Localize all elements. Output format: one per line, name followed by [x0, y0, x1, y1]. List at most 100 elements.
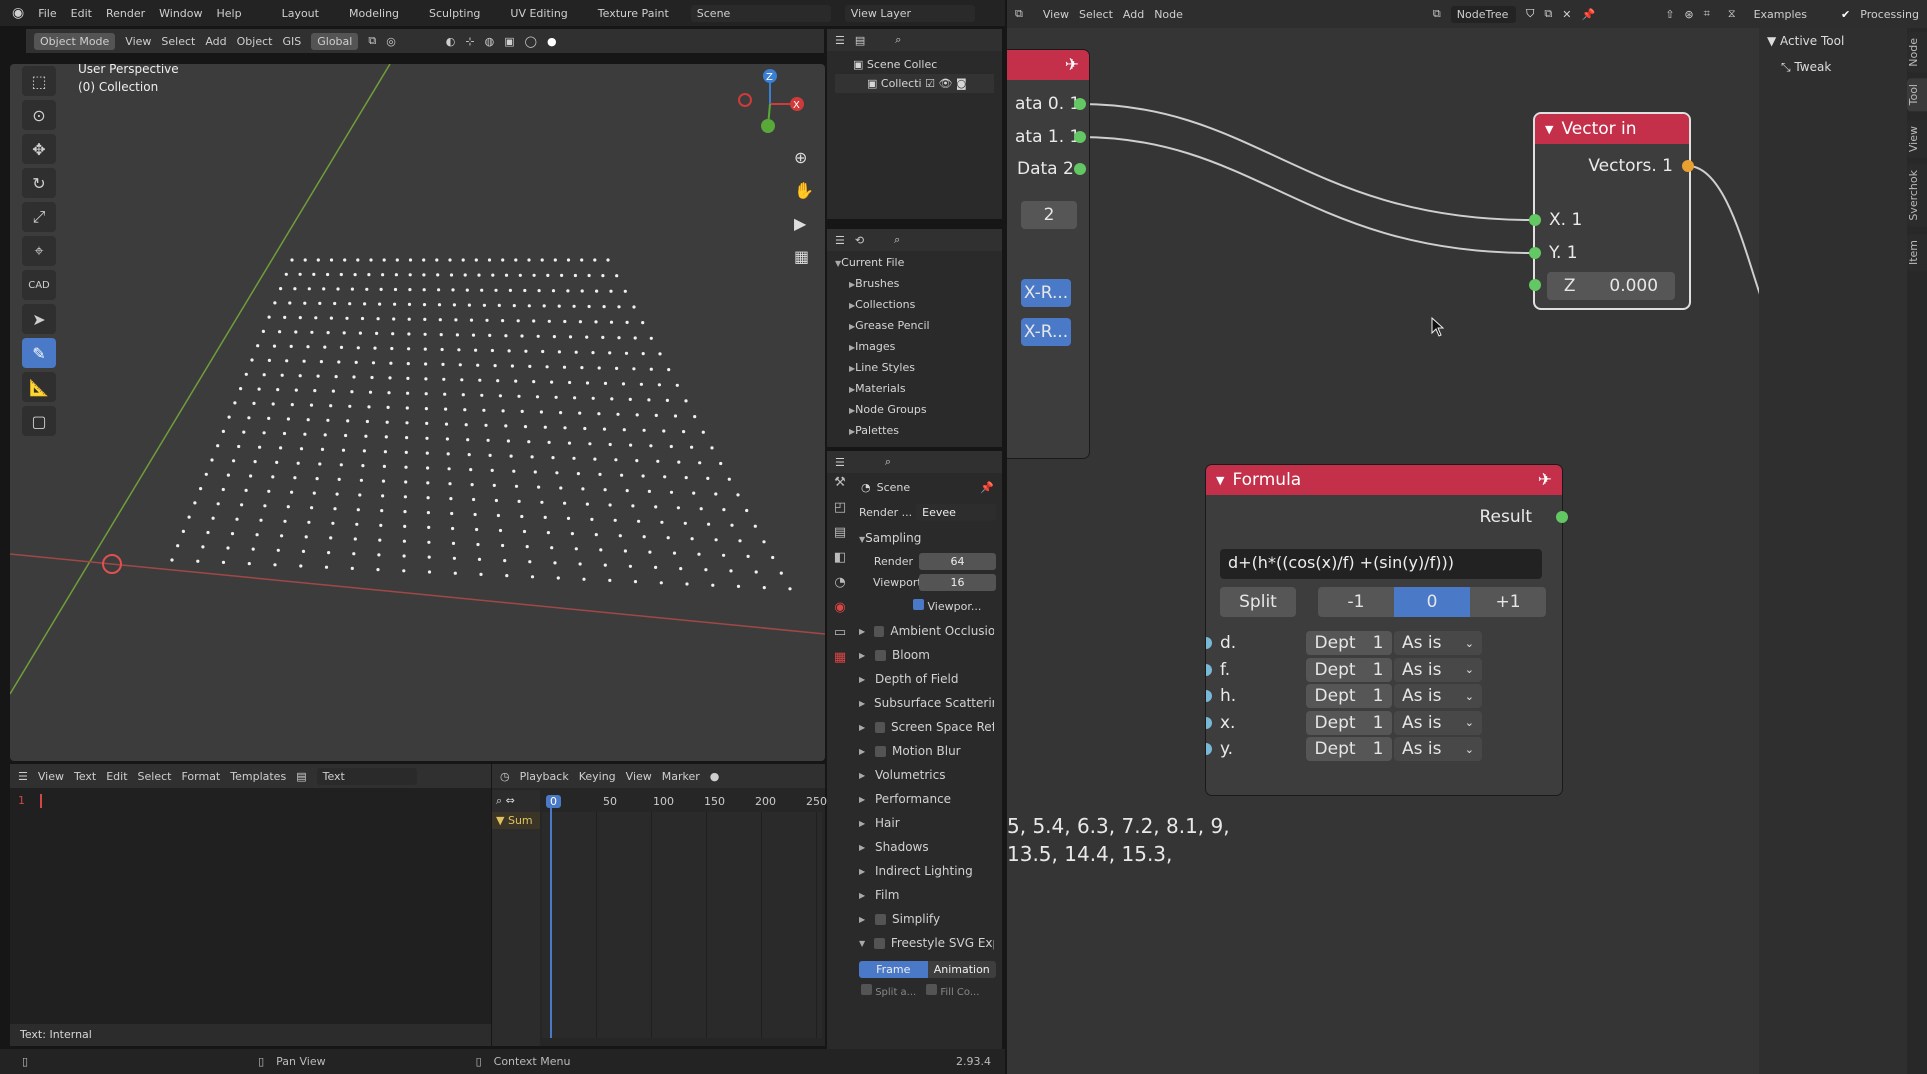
tab-item[interactable]: Item: [1907, 234, 1927, 272]
section-enable-checkbox[interactable]: [875, 649, 886, 661]
text-block-icon[interactable]: ▤: [296, 770, 306, 783]
gizmo-icon[interactable]: ⊹: [465, 35, 474, 48]
section-film[interactable]: ▶ Film: [853, 883, 1002, 907]
section-shadows[interactable]: ▶ Shadows: [853, 835, 1002, 859]
input-socket[interactable]: [1206, 637, 1212, 649]
collapse-arrow-icon[interactable]: ▼: [1545, 123, 1553, 136]
section-motion-blur[interactable]: ▶ Motion Blur: [853, 739, 1002, 763]
section-enable-checkbox[interactable]: [875, 913, 886, 925]
measure-icon[interactable]: 📐: [22, 372, 56, 402]
text-menu-select[interactable]: Select: [138, 770, 172, 783]
collection-row[interactable]: ▣ Collecti ☑ 👁 ◙: [835, 74, 994, 93]
file-item-images[interactable]: ▶Images: [835, 337, 994, 358]
file-item-brushes[interactable]: ▶Brushes: [835, 274, 994, 295]
active-tool-panel[interactable]: ▼ Active Tool: [1759, 28, 1907, 54]
fill-contours-checkbox[interactable]: Fill Co...: [926, 984, 979, 998]
transform-mode-dropdown[interactable]: As is ⌄: [1394, 710, 1482, 735]
y-input-socket[interactable]: [1529, 247, 1541, 259]
vectors-output-socket[interactable]: [1682, 160, 1694, 172]
section-volumetrics[interactable]: ▶ Volumetrics: [853, 763, 1002, 787]
marker-menu[interactable]: Marker: [662, 770, 700, 783]
animation-button[interactable]: Animation: [927, 961, 996, 978]
formula-expression-input[interactable]: d+(h*((cos(x)/f) +(sin(y)/f))): [1220, 549, 1542, 579]
section-ambient-occlusion[interactable]: ▶ Ambient Occlusion: [853, 619, 1002, 643]
outliner-search-icon[interactable]: ⌕: [895, 33, 901, 47]
timeline-ruler[interactable]: 0 50 100 150 200 250: [542, 790, 827, 812]
frame-button[interactable]: Frame: [859, 961, 928, 978]
section-subsurface-scattering[interactable]: ▶ Subsurface Scattering: [853, 691, 1002, 715]
tab-tool[interactable]: Tool: [1907, 78, 1927, 112]
world-tab-icon[interactable]: ◉: [834, 600, 845, 615]
select-box-icon[interactable]: ⬚: [22, 66, 56, 96]
section-enable-checkbox[interactable]: [874, 721, 885, 733]
section-performance[interactable]: ▶ Performance: [853, 787, 1002, 811]
vector-in-header[interactable]: ▼ Vector in: [1535, 114, 1689, 144]
display-mode-icon[interactable]: ▤: [855, 34, 865, 47]
scene-tab-icon[interactable]: ◔: [834, 575, 845, 590]
collapse-arrow-icon[interactable]: ▼: [1216, 474, 1224, 487]
tab-view[interactable]: View: [1907, 120, 1927, 159]
text-menu-format[interactable]: Format: [181, 770, 220, 783]
section-simplify[interactable]: ▶ Simplify: [853, 907, 1002, 931]
split-annotations-checkbox[interactable]: Split a...: [861, 984, 916, 998]
file-item-collections[interactable]: ▶Collections: [835, 295, 994, 316]
x-range-button-2[interactable]: X-R...: [1021, 318, 1071, 346]
x-range-button-1[interactable]: X-R...: [1021, 279, 1071, 307]
viewport-menu-select[interactable]: Select: [161, 35, 195, 48]
checkbox-icon[interactable]: ☑: [925, 77, 935, 90]
section-depth-of-field[interactable]: ▶ Depth of Field: [853, 667, 1002, 691]
menu-file[interactable]: File: [38, 7, 56, 20]
file-item-palettes[interactable]: ▶Palettes: [835, 421, 994, 442]
node-editor[interactable]: ⧉ View Select Add Node ⧉ NodeTree ⛉ ⧉ ✕ …: [1007, 0, 1927, 1074]
xray-icon[interactable]: ▣: [504, 35, 514, 48]
menu-edit[interactable]: Edit: [71, 7, 92, 20]
playhead[interactable]: [550, 804, 552, 1038]
menu-help[interactable]: Help: [217, 7, 242, 20]
camera-render-icon[interactable]: ◙: [956, 77, 967, 90]
menu-render[interactable]: Render: [106, 7, 145, 20]
ortho-grid-icon[interactable]: ▦: [794, 247, 814, 266]
blender-logo-icon[interactable]: ◉: [12, 5, 24, 21]
file-item-node-groups[interactable]: ▶Node Groups: [835, 400, 994, 421]
tab-sculpting[interactable]: Sculpting: [421, 4, 488, 23]
text-menu-text[interactable]: Text: [74, 770, 96, 783]
navigation-gizmo[interactable]: Z X: [725, 64, 815, 144]
input-socket[interactable]: [1206, 716, 1212, 729]
file-item-materials[interactable]: ▶Materials: [835, 379, 994, 400]
section-hair[interactable]: ▶ Hair: [853, 811, 1002, 835]
transform-mode-dropdown[interactable]: As is ⌄: [1394, 737, 1482, 761]
transform-icon[interactable]: ⌖: [22, 236, 56, 266]
viewport-menu-object[interactable]: Object: [237, 35, 273, 48]
x-input-socket[interactable]: [1529, 214, 1541, 226]
viewport-menu-add[interactable]: Add: [205, 35, 226, 48]
file-item-grease-pencil[interactable]: ▶Grease Pencil: [835, 316, 994, 337]
text-menu-edit[interactable]: Edit: [106, 770, 127, 783]
display-mode-icon[interactable]: ⟲: [855, 234, 864, 247]
view-layer-selector[interactable]: View Layer: [844, 4, 975, 22]
solid-shading-icon[interactable]: ●: [547, 35, 557, 48]
timeline-area[interactable]: [542, 812, 822, 1038]
annotate-icon[interactable]: ✎: [22, 338, 56, 368]
file-item-scenes[interactable]: ▶Scenes: [835, 442, 994, 447]
outliner-editor-icon[interactable]: ☰: [835, 34, 845, 47]
decrement-button[interactable]: -1: [1318, 587, 1394, 617]
editor-type-icon[interactable]: ☰: [835, 234, 845, 247]
scene-selector[interactable]: Scene: [690, 4, 831, 22]
data-socket-0-output[interactable]: [1074, 98, 1086, 110]
split-button[interactable]: Split: [1220, 587, 1296, 617]
transform-mode-dropdown[interactable]: As is ⌄: [1394, 631, 1482, 655]
z-input-socket[interactable]: [1529, 279, 1541, 291]
result-output-socket[interactable]: [1556, 511, 1568, 523]
file-item-line-styles[interactable]: ▶Line Styles: [835, 358, 994, 379]
data-socket-2-output[interactable]: [1074, 163, 1086, 175]
viewport-menu-view[interactable]: View: [125, 35, 151, 48]
zero-button[interactable]: 0: [1394, 587, 1470, 617]
input-socket[interactable]: [1206, 663, 1212, 676]
viewport-samples-field[interactable]: 16: [919, 574, 996, 591]
zoom-icon[interactable]: ⊕: [794, 148, 814, 167]
tool-tab-icon[interactable]: ⚒: [834, 475, 846, 490]
current-file-row[interactable]: ▼Current File: [835, 253, 994, 274]
tab-sverchok[interactable]: Sverchok: [1907, 164, 1927, 227]
object-mode-dropdown[interactable]: Object Mode: [34, 32, 116, 50]
view-layer-tab-icon[interactable]: ◧: [834, 550, 846, 565]
